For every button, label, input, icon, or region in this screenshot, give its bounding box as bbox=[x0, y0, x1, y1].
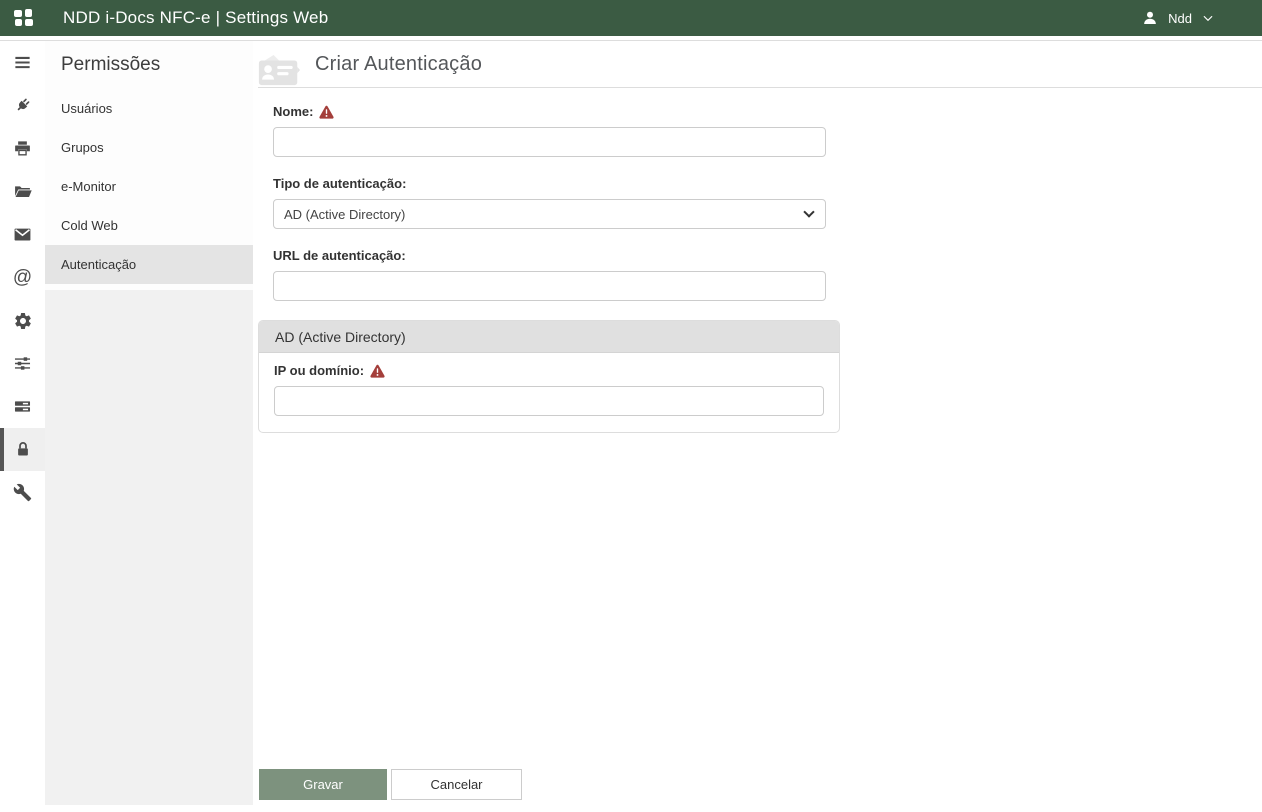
page-header: Criar Autenticação bbox=[258, 41, 1262, 88]
rail-item-files[interactable] bbox=[0, 170, 45, 213]
app-title: NDD i-Docs NFC-e | Settings Web bbox=[63, 8, 329, 27]
sidebar-title: Permissões bbox=[61, 54, 161, 75]
ad-panel-body: IP ou domínio: bbox=[259, 353, 839, 432]
body-row: @ Permissões Usuários Grupos e-Monitor C… bbox=[0, 40, 1262, 811]
ip-label: IP ou domínio: bbox=[274, 363, 824, 378]
folder-open-icon bbox=[14, 186, 32, 198]
rail-item-settings[interactable] bbox=[0, 299, 45, 342]
sidebar-item-usuarios[interactable]: Usuários bbox=[45, 89, 253, 128]
app-logo-icon bbox=[14, 9, 34, 27]
rail-item-connections[interactable] bbox=[0, 84, 45, 127]
plug-icon bbox=[17, 98, 30, 111]
url-input[interactable] bbox=[273, 271, 826, 301]
url-label-text: URL de autenticação: bbox=[273, 248, 406, 263]
sidebar-item-e-monitor[interactable]: e-Monitor bbox=[45, 167, 253, 206]
at-icon: @ bbox=[12, 267, 33, 288]
tipo-label-text: Tipo de autenticação: bbox=[273, 176, 407, 191]
stack-icon bbox=[14, 401, 31, 412]
cancel-button[interactable]: Cancelar bbox=[391, 769, 522, 800]
ad-panel: AD (Active Directory) IP ou domínio: bbox=[258, 320, 840, 433]
topbar: NDD i-Docs NFC-e | Settings Web Ndd bbox=[0, 0, 1262, 36]
id-card-icon bbox=[258, 54, 300, 86]
rail-item-menu[interactable] bbox=[0, 41, 45, 84]
rail-item-preferences[interactable] bbox=[0, 342, 45, 385]
field-tipo: Tipo de autenticação: AD (Active Directo… bbox=[273, 176, 826, 229]
tipo-select[interactable]: AD (Active Directory) bbox=[273, 199, 826, 229]
rail-item-printers[interactable] bbox=[0, 127, 45, 170]
ad-panel-title: AD (Active Directory) bbox=[259, 321, 839, 353]
sidebar-item-autenticacao[interactable]: Autenticação bbox=[45, 245, 253, 284]
sidebar: Permissões Usuários Grupos e-Monitor Col… bbox=[45, 41, 253, 811]
rail-item-permissions[interactable] bbox=[0, 428, 45, 471]
user-menu[interactable]: Ndd bbox=[1141, 9, 1215, 27]
nome-input[interactable] bbox=[273, 127, 826, 157]
rail-item-mail[interactable] bbox=[0, 213, 45, 256]
field-nome: Nome: bbox=[273, 104, 826, 157]
main-content: Criar Autenticação Nome: Tipo de autenti… bbox=[253, 41, 1262, 811]
sidebar-item-cold-web[interactable]: Cold Web bbox=[45, 206, 253, 245]
printer-icon bbox=[15, 141, 30, 156]
rail-item-tools[interactable] bbox=[0, 471, 45, 514]
ip-input[interactable] bbox=[274, 386, 824, 416]
nome-label-text: Nome: bbox=[273, 104, 314, 119]
field-url: URL de autenticação: bbox=[273, 248, 826, 301]
user-icon bbox=[1144, 11, 1156, 24]
rail-item-email-domain[interactable]: @ bbox=[0, 256, 45, 299]
sidebar-item-grupos[interactable]: Grupos bbox=[45, 128, 253, 167]
sidebar-list: Permissões Usuários Grupos e-Monitor Col… bbox=[45, 41, 253, 290]
save-button[interactable]: Gravar bbox=[259, 769, 387, 800]
app: NDD i-Docs NFC-e | Settings Web Ndd @ Pe… bbox=[0, 0, 1262, 811]
rail-item-servers[interactable] bbox=[0, 385, 45, 428]
icon-rail: @ bbox=[0, 41, 45, 811]
page-title: Criar Autenticação bbox=[315, 52, 483, 75]
url-label: URL de autenticação: bbox=[273, 248, 826, 263]
menu-icon bbox=[15, 56, 30, 69]
auth-form: Nome: Tipo de autenticação: AD (Active D… bbox=[258, 88, 1262, 433]
required-warning-icon bbox=[370, 364, 385, 378]
gear-icon bbox=[14, 312, 31, 329]
ip-label-text: IP ou domínio: bbox=[274, 363, 365, 378]
chevron-down-icon bbox=[1203, 15, 1213, 22]
lock-icon bbox=[17, 442, 28, 456]
required-warning-icon bbox=[319, 105, 335, 119]
nome-label: Nome: bbox=[273, 104, 826, 119]
envelope-icon bbox=[14, 228, 31, 241]
wrench-icon bbox=[13, 483, 32, 502]
sliders-icon bbox=[14, 357, 31, 370]
user-name: Ndd bbox=[1168, 10, 1192, 26]
tipo-label: Tipo de autenticação: bbox=[273, 176, 826, 191]
form-actions: Gravar Cancelar bbox=[259, 769, 522, 800]
